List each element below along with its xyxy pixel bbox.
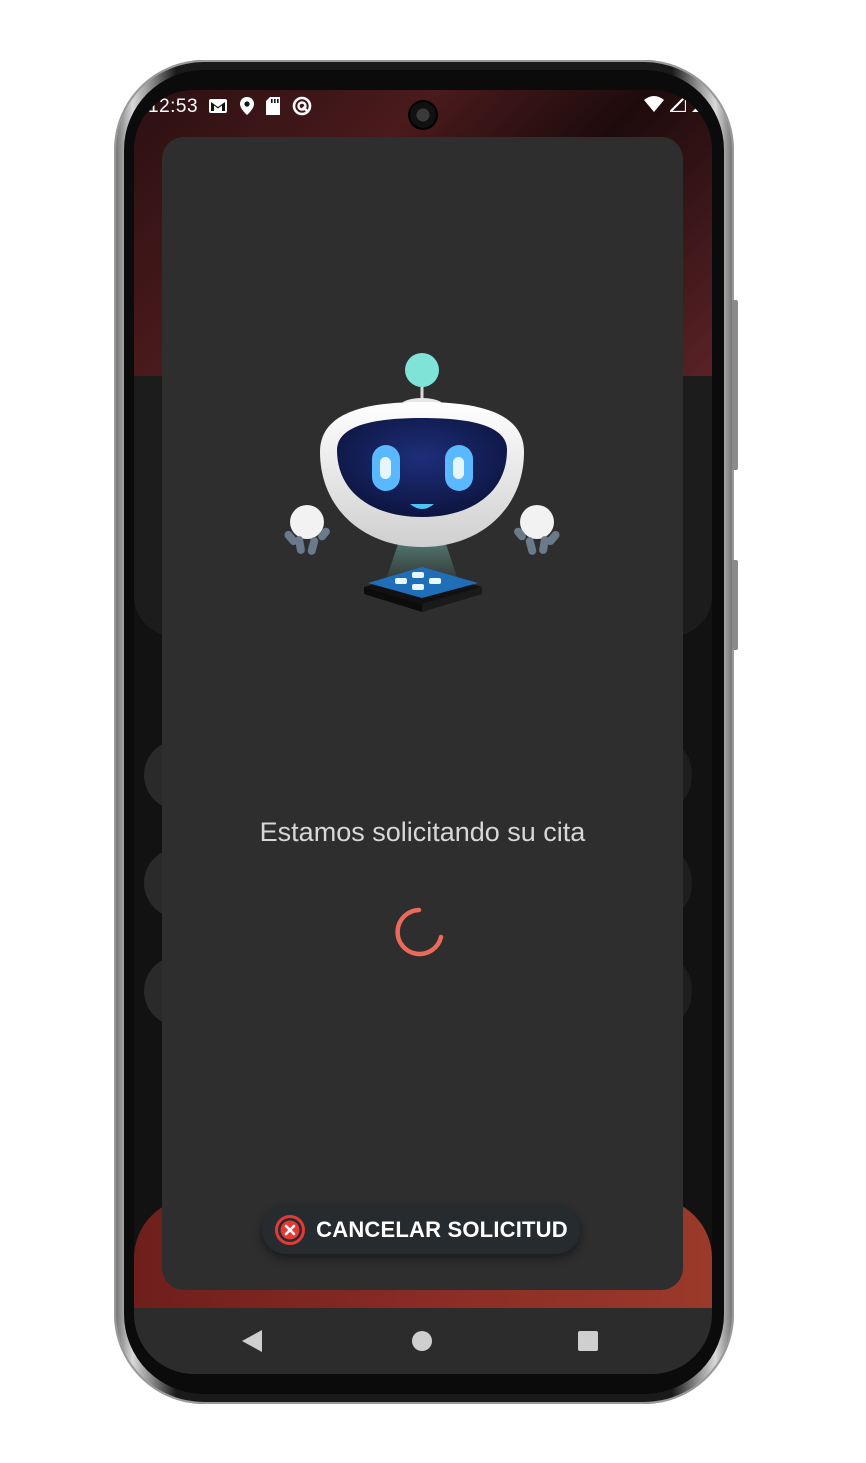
status-bar: 12:53 xyxy=(134,90,712,130)
loading-dialog: Estamos solicitando su cita CANCELAR SOL… xyxy=(162,137,683,1290)
cancel-request-label: CANCELAR SOLICITUD xyxy=(316,1217,568,1242)
loading-message: Estamos solicitando su cita xyxy=(259,817,586,847)
loading-spinner xyxy=(395,907,444,957)
home-icon[interactable] xyxy=(412,1331,432,1351)
wifi-icon xyxy=(644,96,664,112)
gmail-icon xyxy=(209,99,227,113)
phone-side-button-power xyxy=(732,300,738,470)
sync-icon xyxy=(292,96,312,116)
status-time: 12:53 xyxy=(148,96,199,117)
signal-icon xyxy=(670,96,686,112)
battery-icon xyxy=(692,100,704,112)
navigation-bar xyxy=(134,1308,712,1374)
phone-screen: 12:53 Estamos solicitando su cita CANCEL… xyxy=(134,90,712,1374)
sd-card-icon xyxy=(266,97,280,115)
close-circle-icon xyxy=(275,1215,306,1245)
status-icons-right xyxy=(644,96,704,112)
location-pin-icon xyxy=(240,97,254,115)
robot-icon xyxy=(284,353,560,612)
recents-icon[interactable] xyxy=(578,1331,598,1351)
cancel-request-button[interactable]: CANCELAR SOLICITUD xyxy=(262,1206,580,1254)
phone-side-button-volume xyxy=(732,560,738,650)
front-camera xyxy=(408,100,438,130)
status-icons-left xyxy=(208,96,312,116)
back-icon[interactable] xyxy=(242,1330,262,1352)
